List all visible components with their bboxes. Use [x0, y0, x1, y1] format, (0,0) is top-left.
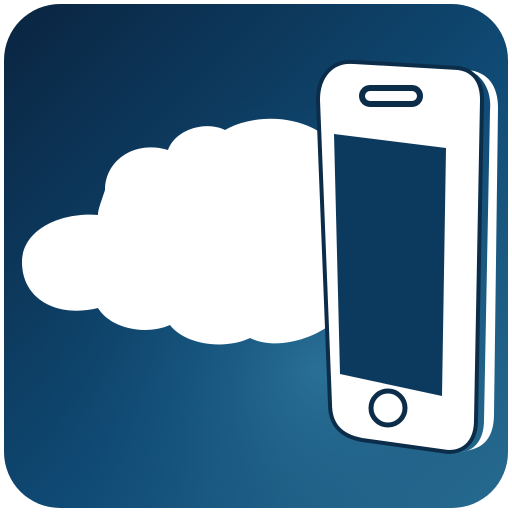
phone-home-button: [368, 388, 408, 428]
app-icon[interactable]: [0, 0, 512, 512]
phone-screen: [334, 134, 446, 396]
smartphone-icon: [315, 59, 498, 455]
cloud-phone-sync-icon: [4, 4, 508, 508]
phone-speaker: [359, 85, 423, 107]
